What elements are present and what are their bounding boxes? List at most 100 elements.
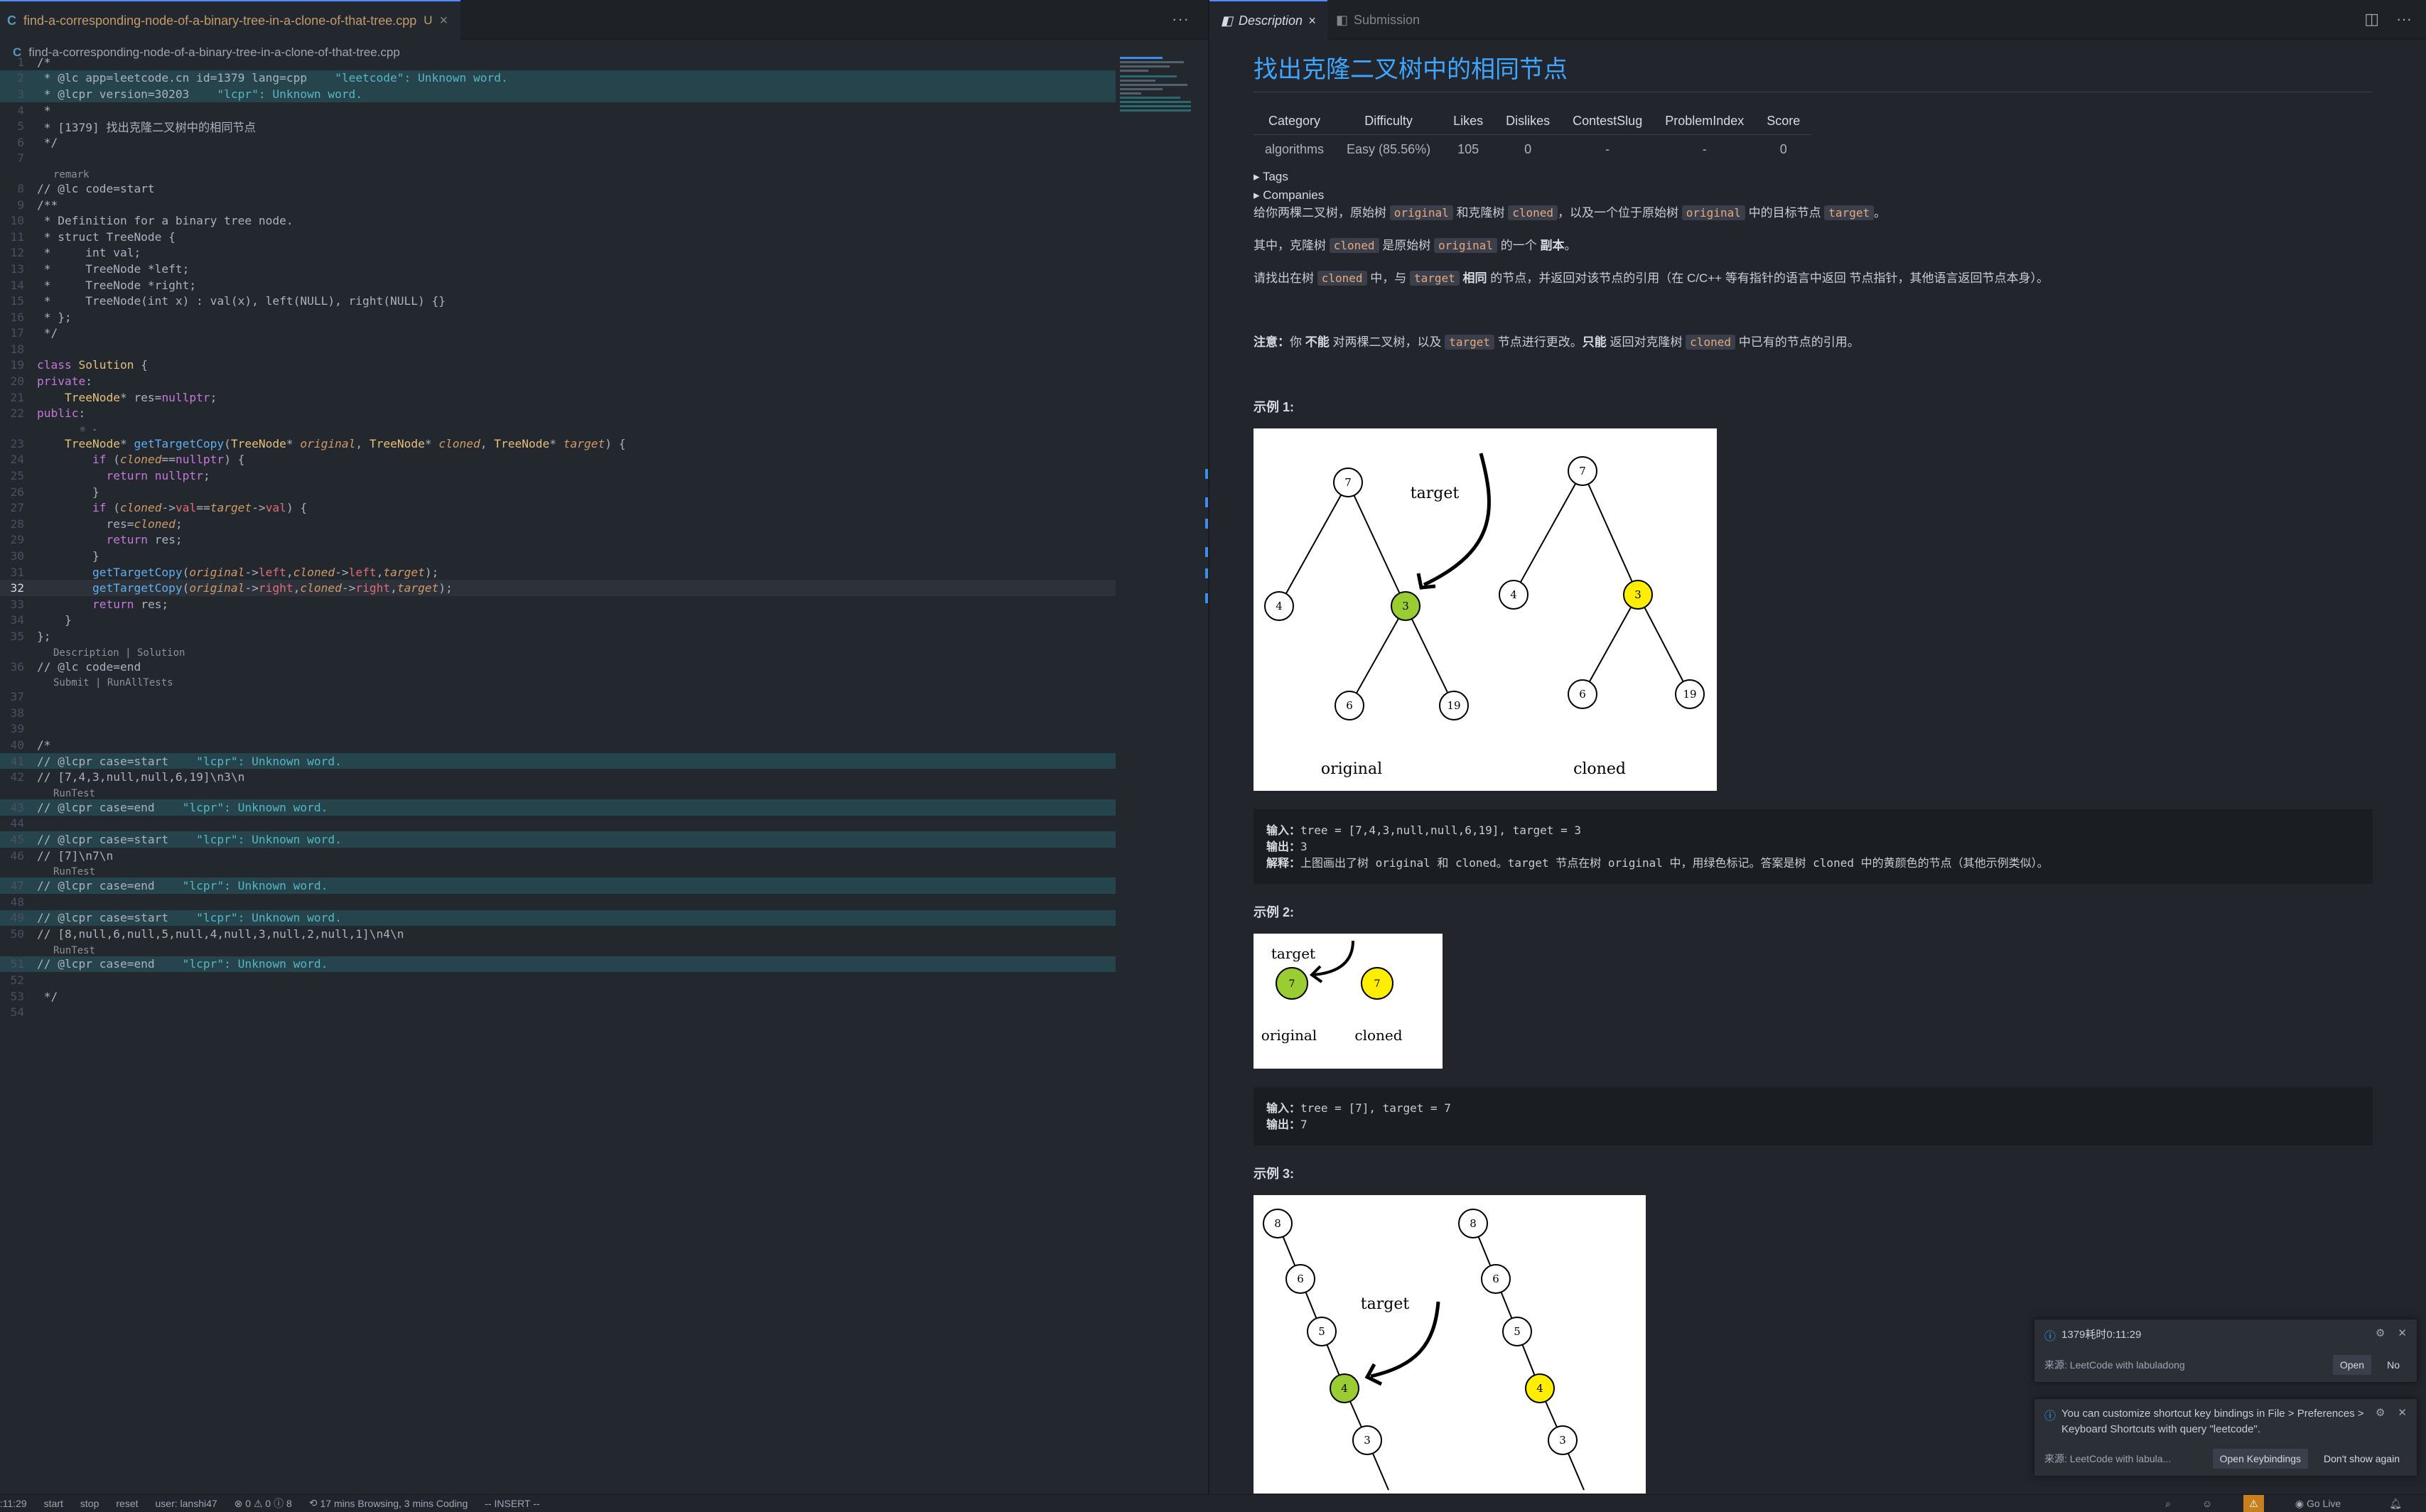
node-label: 6	[1579, 688, 1586, 701]
code-line: 27 if (cloned->val==target->val) {	[10, 501, 308, 515]
original-label: original	[1321, 760, 1382, 778]
tab-description[interactable]: ◧ Description ×	[1209, 0, 1327, 40]
tree-diagram-1: 7 4 3 6 19 7 4 3 6 19 target original cl…	[1264, 453, 1705, 778]
notifications-bell-icon[interactable]: 🔔︎	[2389, 1498, 2402, 1510]
notification-text: You can customize shortcut key bindings …	[2061, 1408, 2364, 1435]
companies-toggle[interactable]: ▸ Companies	[1254, 188, 2373, 202]
zoom-icon[interactable]: ⌕	[2165, 1498, 2171, 1510]
codelens-runtest[interactable]: RunTest	[0, 942, 1116, 956]
meta-header: Likes	[1442, 108, 1495, 135]
copilot-icon[interactable]: ☺	[2202, 1498, 2212, 1509]
split-editor-icon[interactable]: ◫	[2364, 10, 2379, 28]
code-line: 2 * @lc app=leetcode.cn id=1379 lang=cpp…	[0, 70, 1116, 87]
text-segment: 给你两棵二叉树，原始树	[1254, 206, 1390, 220]
code-line: 39	[10, 722, 25, 736]
inline-code: original	[1681, 205, 1745, 220]
tab-submission[interactable]: ◧ Submission	[1336, 0, 1420, 40]
status-problems[interactable]: ⊗ 0 ⚠ 0 ⓘ 8	[234, 1496, 292, 1511]
code-line: 53 */	[10, 989, 58, 1003]
code-line: 36// @lc code=end	[10, 659, 141, 674]
app-window: C find-a-corresponding-node-of-a-binary-…	[0, 0, 2426, 1512]
original-label: original	[1261, 1027, 1317, 1044]
gear-icon[interactable]: ⚙	[2376, 1327, 2385, 1339]
problem-meta-table: Category Difficulty Likes Dislikes ContestSl…	[1254, 108, 1812, 164]
warning-badge[interactable]: ⚠	[2243, 1495, 2264, 1512]
gear-icon[interactable]: ⚙	[2376, 1406, 2385, 1419]
text-segment: 对两棵二叉树，以及	[1329, 335, 1445, 349]
code-line: 31 getTargetCopy(original->left,cloned->…	[10, 565, 439, 579]
go-live-button[interactable]: ◉ Go Live	[2295, 1498, 2358, 1510]
meta-value: -	[1702, 142, 1707, 156]
code-line: 49// @lcpr case=start "lcpr": Unknown wo…	[0, 909, 1116, 927]
close-tab-icon[interactable]: ×	[440, 13, 448, 29]
minimap[interactable]	[1120, 57, 1197, 128]
no-button[interactable]: No	[2380, 1355, 2407, 1375]
bold-text: 副本	[1540, 239, 1565, 252]
code-line: 4 *	[17, 103, 51, 117]
code-line: 44	[10, 816, 25, 831]
status-user[interactable]: user: lanshi47	[156, 1498, 217, 1509]
node-label: 5	[1514, 1325, 1521, 1338]
target-label: target	[1411, 485, 1460, 502]
editor-tab-bar: C find-a-corresponding-node-of-a-binary-…	[0, 0, 1208, 40]
code-line: 34 }	[10, 613, 72, 627]
notification-source: 来源: LeetCode with labula...	[2044, 1453, 2172, 1464]
node-label: 7	[1579, 465, 1586, 477]
code-line: 51// @lcpr case=end "lcpr": Unknown word…	[0, 956, 1116, 973]
tree-diagram-2: 7 7 target original cloned	[1261, 940, 1403, 1044]
cloned-label: cloned	[1573, 760, 1626, 778]
codelens-hint: ☼ -	[80, 424, 98, 436]
codelens-runtest[interactable]: RunTest	[0, 785, 1116, 799]
inline-code: original	[1389, 205, 1453, 220]
inline-code: cloned	[1686, 335, 1735, 350]
more-actions-icon[interactable]: ···	[2396, 10, 2412, 28]
code-line: 54	[10, 1005, 25, 1020]
status-right: ⌕ ☺ ⚠ ◉ Go Live 🔔︎	[2165, 1495, 2419, 1512]
cloned-label: cloned	[1354, 1027, 1402, 1044]
code-editor[interactable]: 1/* 2 * @lc app=leetcode.cn id=1379 lang…	[0, 54, 1116, 1020]
meta-header: Dislikes	[1494, 108, 1562, 135]
code-line: 5 * [1379] 找出克隆二叉树中的相同节点	[17, 119, 256, 134]
text-segment: 中的目标节点	[1745, 206, 1825, 220]
preview-icon: ◧	[1221, 13, 1234, 28]
meta-value: Easy (85.56%)	[1347, 142, 1431, 156]
open-keybindings-button[interactable]: Open Keybindings	[2212, 1449, 2309, 1469]
node-label: 4	[1510, 588, 1517, 601]
open-button[interactable]: Open	[2332, 1355, 2372, 1375]
status-reset[interactable]: reset	[116, 1498, 138, 1509]
code-line: 15 * TreeNode(int x) : val(x), left(NULL…	[10, 294, 446, 308]
codelens-runtest[interactable]: RunTest	[0, 863, 1116, 878]
editor-actions: ◫ ···	[2364, 10, 2412, 28]
status-stop[interactable]: stop	[80, 1498, 99, 1509]
text-segment: 。	[1874, 206, 1887, 220]
codelens-description-solution[interactable]: Description | Solution	[0, 644, 1116, 659]
inline-code: original	[1433, 238, 1498, 253]
codelens-submit-runall[interactable]: Submit | RunAllTests	[0, 674, 1116, 688]
more-actions-icon[interactable]: ···	[1172, 10, 1190, 28]
code-line: 38	[10, 706, 25, 720]
close-icon[interactable]: ✕	[2398, 1406, 2407, 1419]
node-label: 3	[1559, 1434, 1566, 1447]
node-label: 7	[1344, 476, 1352, 489]
node-label: 4	[1536, 1382, 1543, 1395]
note-paragraph: 注意：你 不能 对两棵二叉树，以及 target 节点进行更改。只能 返回对克隆…	[1254, 332, 2373, 353]
dont-show-again-button[interactable]: Don't show again	[2317, 1449, 2407, 1469]
inline-code: cloned	[1317, 271, 1367, 286]
editor-tab[interactable]: C find-a-corresponding-node-of-a-binary-…	[0, 0, 461, 40]
close-tab-icon[interactable]: ×	[1308, 14, 1316, 28]
close-icon[interactable]: ✕	[2398, 1327, 2407, 1339]
status-timer[interactable]: 0:11:29	[0, 1498, 27, 1509]
node-label: 6	[1297, 1273, 1304, 1285]
code-line: 35};	[10, 629, 51, 643]
status-start[interactable]: start	[44, 1498, 63, 1509]
tags-toggle[interactable]: ▸ Tags	[1254, 170, 2373, 184]
codelens-remark[interactable]: remark	[0, 166, 1116, 180]
code-line: 6 */	[17, 135, 58, 149]
problem-description: 找出克隆二叉树中的相同节点 Category Difficulty Likes Dis…	[1254, 40, 2373, 1494]
notification-source: 来源: LeetCode with labuladong	[2044, 1359, 2185, 1371]
text-segment: 中已有的节点的引用。	[1735, 335, 1860, 349]
target-label: target	[1361, 1295, 1410, 1313]
status-activity[interactable]: 17 mins Browsing, 3 mins Coding	[320, 1498, 468, 1509]
node-label: 8	[1274, 1217, 1281, 1230]
code-line: 40/*	[10, 738, 51, 752]
